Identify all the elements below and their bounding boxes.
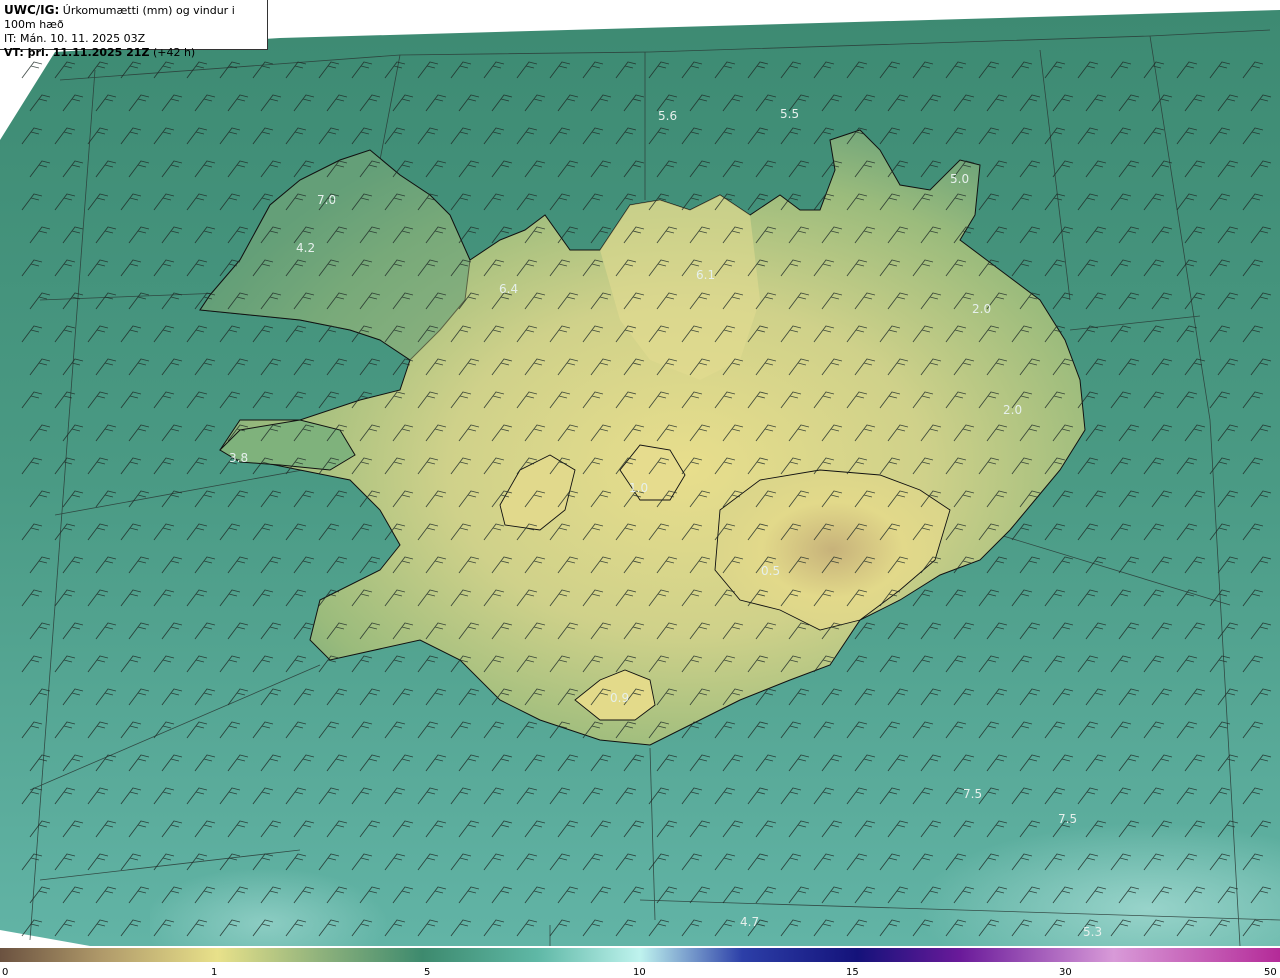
value-label: 0.9	[610, 691, 629, 705]
value-label: 6.1	[696, 268, 715, 282]
precipitation-wind-map: 5.6 5.5 5.0 7.0 4.2 6.4 6.1 2.0 2.0 3.8 …	[0, 10, 1280, 946]
colorbar-tick: 10	[633, 967, 646, 978]
wind-barb	[21, 61, 43, 79]
value-label: 4.2	[296, 241, 315, 255]
value-label: 5.3	[1083, 925, 1102, 939]
colorbar-tick: 5	[424, 967, 430, 978]
value-label: 2.0	[1003, 403, 1022, 417]
init-time: IT: Mán. 10. 11. 2025 03Z	[4, 32, 146, 45]
colorbar-tick: 30	[1059, 967, 1072, 978]
valid-time: VT: þri. 11.11.2025 21Z	[4, 46, 150, 59]
colorbar-tick: 1	[211, 967, 217, 978]
value-label: 6.4	[499, 282, 518, 296]
value-label: 7.5	[1058, 812, 1077, 826]
colorbar-tick: 50	[1264, 967, 1277, 978]
model-name: UWC/IG:	[4, 3, 60, 17]
valid-offset: (+42 h)	[152, 46, 196, 59]
colorbar-gradient	[0, 948, 1280, 962]
value-label: 5.0	[950, 172, 969, 186]
value-label: 2.0	[972, 302, 991, 316]
value-label: 4.7	[740, 915, 759, 929]
value-label: 7.5	[963, 787, 982, 801]
light-precip-area-sw	[150, 760, 560, 946]
light-precip-area-se	[620, 700, 1280, 946]
colorbar-tick: 0	[2, 967, 8, 978]
colorbar-tick: 15	[846, 967, 859, 978]
value-label: 1.0	[629, 481, 648, 495]
value-label: 5.6	[658, 109, 677, 123]
value-label: 5.5	[780, 107, 799, 121]
value-label: 0.5	[761, 564, 780, 578]
value-label: 7.0	[317, 193, 336, 207]
precip-colorbar: 0 1 5 10 15 30 50	[0, 948, 1280, 978]
value-label: 3.8	[229, 451, 248, 465]
map-header: UWC/IG: Úrkomumætti (mm) og vindur i 100…	[0, 0, 268, 59]
